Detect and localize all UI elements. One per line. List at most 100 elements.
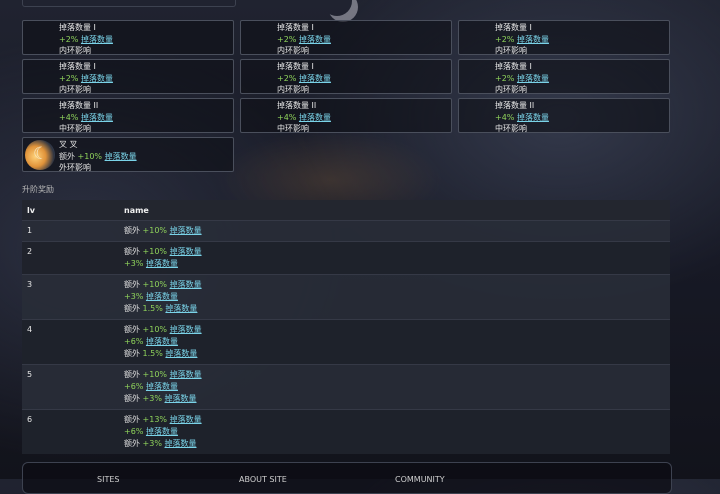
stat-link[interactable]: 掉落数量	[146, 337, 178, 346]
stat-link[interactable]: 掉落数量	[146, 259, 178, 268]
bonus-prefix: 额外	[124, 415, 143, 424]
bonus-line: 额外 +10% 掉落数量	[124, 246, 670, 258]
buff-card: 掉落数量 I +2% 掉落数量内环影响	[22, 20, 234, 55]
buff-card-grid: 掉落数量 I +2% 掉落数量 内环影响 掉落数量 I +2% 掉落数量 内环影响 掉落…	[22, 20, 670, 172]
buff-scope: 内环影响	[495, 46, 527, 55]
buff-title: 掉落数量 I	[495, 62, 532, 71]
bonus-line: +6% 掉落数量	[124, 426, 670, 438]
stat-link[interactable]: 掉落数量	[81, 113, 113, 122]
green-crystal-icon	[461, 101, 491, 131]
bonus-value: +10%	[142, 280, 168, 289]
buff-title: 掉落数量 I	[277, 23, 314, 32]
stat-link[interactable]: 掉落数量	[170, 415, 202, 424]
stat-link[interactable]: 掉落数量	[146, 292, 178, 301]
row-lv: 6	[22, 409, 119, 454]
buff-title: 掉落数量 I	[495, 23, 532, 32]
buff-title: 掉落数量 I	[277, 62, 314, 71]
moon-emblem-icon	[25, 140, 55, 170]
bonus-line: +6% 掉落数量	[124, 336, 670, 348]
stat-link[interactable]: 掉落数量	[165, 304, 197, 313]
stat-link[interactable]: 掉落数量	[165, 394, 197, 403]
stat-link[interactable]: 掉落数量	[105, 152, 137, 161]
stat-link[interactable]: 掉落数量	[299, 113, 331, 122]
bonus-value: +3%	[142, 394, 162, 403]
green-crystal-icon	[461, 23, 491, 53]
stat-link[interactable]: 掉落数量	[81, 35, 113, 44]
table-row: 4 额外 +10% 掉落数量 +6% 掉落数量 额外 1.5% 掉落数量	[22, 319, 670, 365]
row-lv: 1	[22, 220, 119, 242]
footer-about[interactable]: ABOUT SITE	[239, 475, 287, 484]
stat-link[interactable]: 掉落数量	[170, 370, 202, 379]
buff-card: 掉落数量 I +2% 掉落数量 内环影响	[240, 20, 452, 55]
stat-link[interactable]: 掉落数量	[146, 427, 178, 436]
buff-value: +4%	[59, 112, 79, 122]
bonus-line: +3% 掉落数量	[124, 258, 670, 270]
table-row: 6 额外 +13% 掉落数量 +6% 掉落数量 额外 +3% 掉落数量	[22, 409, 670, 454]
bonus-prefix: 额外	[124, 280, 143, 289]
buff-scope: 中环影响	[277, 124, 309, 133]
green-crystal-icon	[25, 62, 55, 92]
background-moon	[322, 0, 352, 16]
stat-link[interactable]: 掉落数量	[81, 74, 113, 83]
buff-scope: 内环影响	[59, 46, 91, 55]
green-crystal-icon	[243, 62, 273, 92]
stat-link[interactable]: 掉落数量	[170, 226, 202, 235]
stat-link[interactable]: 掉落数量	[517, 74, 549, 83]
green-crystal-icon	[461, 62, 491, 92]
bonus-value: +3%	[142, 439, 162, 448]
bonus-prefix: 额外	[124, 370, 143, 379]
footer-sites[interactable]: SITES	[97, 475, 119, 484]
bonus-line: 额外 1.5% 掉落数量	[124, 303, 670, 315]
bonus-value: +6%	[124, 427, 144, 436]
buff-card: 掉落数量 II +4% 掉落数量 中环影响	[240, 98, 452, 133]
bonus-line: +6% 掉落数量	[124, 381, 670, 393]
buff-value: +2%	[495, 34, 515, 44]
table-row: 3 额外 +10% 掉落数量 +3% 掉落数量 额外 1.5% 掉落数量	[22, 274, 670, 320]
bonus-line: 额外 +10% 掉落数量	[124, 369, 670, 381]
bonus-value: +6%	[124, 382, 144, 391]
buff-scope: 外环影响	[59, 163, 91, 172]
stat-link[interactable]: 掉落数量	[170, 247, 202, 256]
stat-link[interactable]: 掉落数量	[517, 35, 549, 44]
buff-scope: 内环影响	[277, 85, 309, 94]
stat-link[interactable]: 掉落数量	[146, 382, 178, 391]
row-bonus: 额外 +10% 掉落数量 +6% 掉落数量 额外 +3% 掉落数量	[119, 364, 670, 410]
stat-link[interactable]: 掉落数量	[165, 349, 197, 358]
stat-link[interactable]: 掉落数量	[170, 325, 202, 334]
buff-value: +2%	[59, 73, 79, 83]
header-lv: lv	[22, 200, 119, 221]
stat-link[interactable]: 掉落数量	[170, 280, 202, 289]
bonus-line: 额外 +3% 掉落数量	[124, 393, 670, 405]
row-lv: 2	[22, 241, 119, 275]
row-bonus: 额外 +13% 掉落数量 +6% 掉落数量 额外 +3% 掉落数量	[119, 409, 670, 454]
buff-card: 掉落数量 I +2% 掉落数量内环影响	[458, 20, 670, 55]
buff-value: +2%	[277, 34, 297, 44]
stat-link[interactable]: 掉落数量	[165, 439, 197, 448]
green-crystal-icon	[25, 23, 55, 53]
buff-card: 掉落数量 I +2% 掉落数量 内环影响	[240, 59, 452, 94]
row-lv: 4	[22, 319, 119, 365]
buff-scope: 中环影响	[59, 124, 91, 133]
row-bonus: 额外 +10% 掉落数量 +3% 掉落数量	[119, 241, 670, 275]
bonus-prefix: 额外	[124, 394, 143, 403]
bonus-prefix: 额外	[124, 304, 143, 313]
buff-value: +4%	[495, 112, 515, 122]
buff-value: +2%	[59, 34, 79, 44]
buff-title: 掉落数量 II	[59, 101, 99, 110]
buff-card: 叉 叉额外 +10% 掉落数量外环影响	[22, 137, 234, 172]
buff-card: 掉落数量 I +2% 掉落数量 内环影响	[22, 59, 234, 94]
buff-card: 掉落数量 II +4% 掉落数量中环影响	[22, 98, 234, 133]
buff-title: 叉 叉	[59, 140, 78, 149]
green-crystal-icon	[25, 101, 55, 131]
bonus-line: 额外 +3% 掉落数量	[124, 438, 670, 450]
stat-link[interactable]: 掉落数量	[299, 74, 331, 83]
stat-link[interactable]: 掉落数量	[299, 35, 331, 44]
buff-title: 掉落数量 I	[59, 23, 96, 32]
previous-panel-frame	[22, 0, 236, 7]
bonus-prefix: 额外	[124, 325, 143, 334]
stat-link[interactable]: 掉落数量	[517, 113, 549, 122]
bonus-value: +3%	[124, 292, 144, 301]
table-row: 1 额外 +10% 掉落数量	[22, 220, 670, 242]
buff-value: +4%	[277, 112, 297, 122]
footer-community[interactable]: COMMUNITY	[395, 475, 445, 484]
